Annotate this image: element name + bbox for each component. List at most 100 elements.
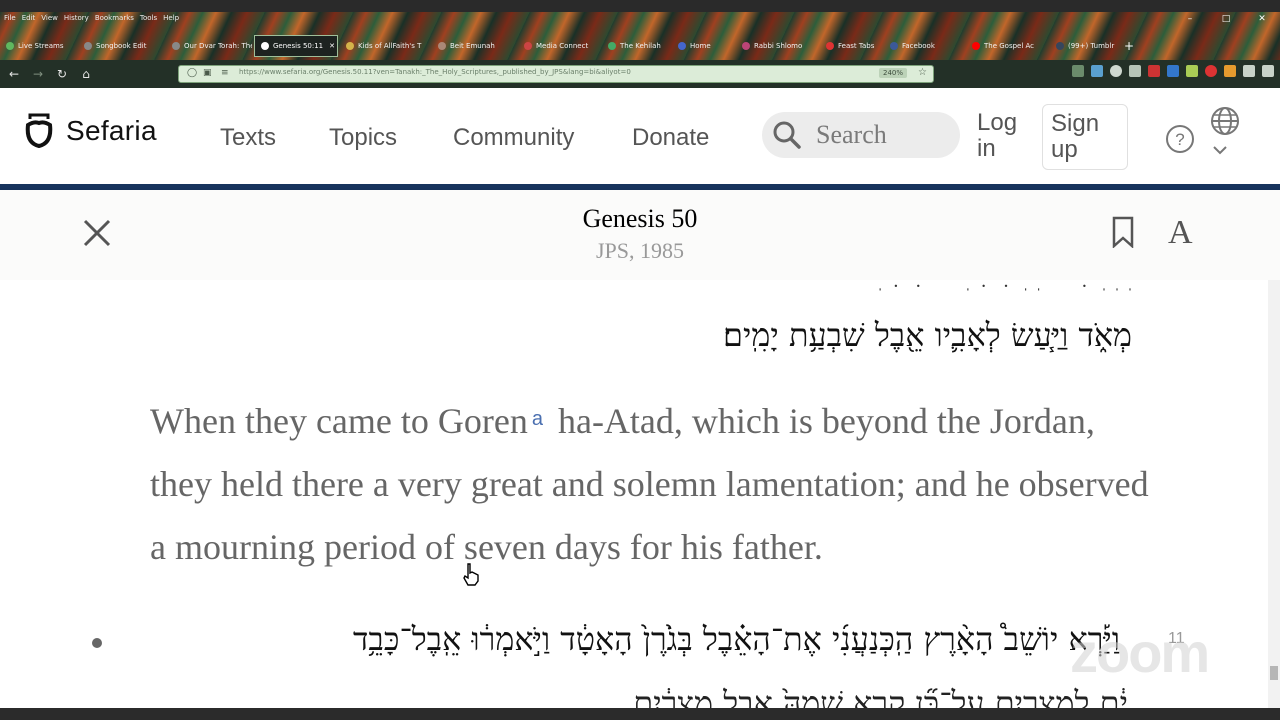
english-verse-text: When they came to Goren a ha-Atad, which … [150, 390, 1150, 579]
window-controls: – □ ✕ [1172, 12, 1280, 26]
home-icon[interactable]: ⌂ [76, 64, 96, 84]
back-icon[interactable]: ← [4, 64, 24, 84]
extension-icon[interactable] [1186, 65, 1198, 77]
tab-favicon-icon [172, 42, 180, 50]
extensions-puzzle-icon[interactable] [1243, 65, 1255, 77]
reader-version-subtitle[interactable]: JPS, 1985 [0, 238, 1280, 264]
nav-community-link[interactable]: Community [453, 124, 574, 152]
browser-tab-active[interactable]: Genesis 50:11 ✕ [254, 35, 338, 57]
close-tab-icon[interactable]: ✕ [329, 42, 335, 50]
maximize-icon[interactable]: □ [1208, 12, 1244, 26]
tab-favicon-icon [678, 42, 686, 50]
tab-favicon-icon [1056, 42, 1064, 50]
hand-cursor-icon [463, 563, 479, 586]
scrollbar-thumb[interactable] [1270, 666, 1278, 680]
nav-donate-link[interactable]: Donate [632, 124, 709, 152]
verse-bullet [92, 638, 102, 648]
menu-bookmarks[interactable]: Bookmarks [95, 12, 134, 24]
menu-help[interactable]: Help [163, 12, 179, 24]
browser-tab[interactable]: The Gospel Ac [966, 35, 1048, 57]
tab-favicon-icon [438, 42, 446, 50]
globe-icon[interactable] [1210, 106, 1240, 136]
browser-tab[interactable]: Our Dvar Torah: The [166, 35, 252, 57]
tab-favicon-icon [346, 42, 354, 50]
extension-icon[interactable] [1148, 65, 1160, 77]
tab-favicon-icon [524, 42, 532, 50]
taskbar-edge [0, 708, 1280, 720]
search-icon [773, 121, 801, 149]
search-input[interactable]: Search [762, 112, 960, 158]
minimize-icon[interactable]: – [1172, 12, 1208, 26]
browser-tab[interactable]: Facebook [884, 35, 964, 57]
help-icon[interactable]: ? [1165, 124, 1195, 154]
browser-tab[interactable]: Kids of AllFaith's T [340, 35, 430, 57]
browser-top-edge [0, 0, 1280, 12]
signup-label-line: Sign [1051, 110, 1100, 137]
browser-tab[interactable]: Feast Tabs [820, 35, 882, 57]
browser-tab[interactable]: Beit Emunah [432, 35, 516, 57]
menu-hamburger-icon[interactable] [1262, 65, 1274, 77]
signup-label: Sign up [1051, 111, 1099, 163]
browser-tab[interactable]: Media Connect [518, 35, 600, 57]
search-placeholder: Search [816, 120, 887, 149]
lock-icon[interactable]: ▣ [203, 68, 212, 78]
reader-header: Genesis 50 JPS, 1985 A [0, 190, 1280, 280]
extension-icons [1072, 65, 1274, 77]
address-bar[interactable]: ◯ ▣ ≡ https://www.sefaria.org/Genesis.50… [178, 65, 934, 83]
pocket-icon[interactable] [1072, 65, 1084, 77]
extension-icon[interactable] [1205, 65, 1217, 77]
reader-title[interactable]: Genesis 50 [0, 204, 1280, 234]
close-window-icon[interactable]: ✕ [1244, 12, 1280, 26]
browser-tab[interactable]: Songbook Edit [78, 35, 164, 57]
hebrew-verse-text-cropped: יָ֔ם לְמִצְרָ֑יִם עַל־כֵּ֞ן קָרָ֤א שְׁמָ… [633, 684, 1128, 708]
menu-view[interactable]: View [41, 12, 58, 24]
sefaria-logo[interactable]: Sefaria [24, 113, 157, 149]
menu-file[interactable]: File [4, 12, 16, 24]
new-tab-icon[interactable]: + [1124, 39, 1134, 53]
signup-button[interactable]: Sign up [1042, 104, 1128, 170]
bookmark-icon[interactable] [1112, 216, 1134, 248]
browser-tab[interactable]: Rabbi Shlomo [736, 35, 818, 57]
nav-topics-link[interactable]: Topics [329, 124, 397, 152]
zoom-watermark: zoom [1070, 621, 1210, 684]
menu-edit[interactable]: Edit [22, 12, 36, 24]
sefaria-logo-icon [25, 113, 53, 149]
browser-menubar: File Edit View History Bookmarks Tools H… [0, 12, 179, 24]
chevron-down-icon[interactable] [1212, 144, 1228, 156]
font-size-icon[interactable]: A [1168, 214, 1193, 252]
tab-favicon-icon [972, 42, 980, 50]
forward-icon[interactable]: → [28, 64, 48, 84]
text-content: ֽ ֽ ֽ ׃ ־ ֽ ֽ ׃ ׃ ֽ ־ ׃ ׃ ֽ מְאֹ֑ד וַיַּ… [0, 280, 1268, 708]
tab-favicon-icon [890, 42, 898, 50]
extension-icon[interactable] [1167, 65, 1179, 77]
menu-tools[interactable]: Tools [140, 12, 157, 24]
login-label: Log [977, 109, 1018, 136]
tab-strip: Live Streams Songbook Edit Our Dvar Tora… [0, 34, 1280, 58]
tab-favicon-icon [84, 42, 92, 50]
sefaria-header: Sefaria Texts Topics Community Donate Se… [0, 88, 1280, 190]
zoom-level-badge[interactable]: 240% [878, 68, 907, 78]
tab-favicon-icon [261, 42, 269, 50]
hebrew-cropped-line: ֽ ֽ ֽ ׃ ־ ֽ ֽ ׃ ׃ ֽ ־ ׃ ׃ ֽ [880, 280, 1138, 292]
shield-icon[interactable]: ◯ [187, 68, 197, 78]
hebrew-verse-text: מְאֹ֑ד וַיַּ֧עַשׂ לְאָבִ֛יו אֵ֖בֶל שִׁבְ… [723, 316, 1132, 354]
download-icon[interactable] [1091, 65, 1103, 77]
browser-tab[interactable]: The Kehilah [602, 35, 670, 57]
account-icon[interactable] [1110, 65, 1122, 77]
browser-tab[interactable]: (99+) Tumblr [1050, 35, 1120, 57]
library-icon[interactable] [1129, 65, 1141, 77]
footnote-marker[interactable]: a [532, 408, 543, 430]
tab-favicon-icon [608, 42, 616, 50]
reload-icon[interactable]: ↻ [52, 64, 72, 84]
nav-texts-link[interactable]: Texts [220, 124, 276, 152]
browser-tab[interactable]: Home [672, 35, 734, 57]
extension-icon[interactable] [1224, 65, 1236, 77]
svg-text:?: ? [1175, 130, 1184, 149]
browser-tab[interactable]: Live Streams [0, 35, 76, 57]
page-scrollbar[interactable] [1268, 280, 1280, 708]
bookmark-star-icon[interactable]: ☆ [918, 67, 927, 78]
signup-label-line: up [1051, 136, 1078, 163]
menu-history[interactable]: History [64, 12, 89, 24]
permissions-icon[interactable]: ≡ [221, 68, 229, 78]
login-link[interactable]: Log in [977, 110, 1037, 162]
